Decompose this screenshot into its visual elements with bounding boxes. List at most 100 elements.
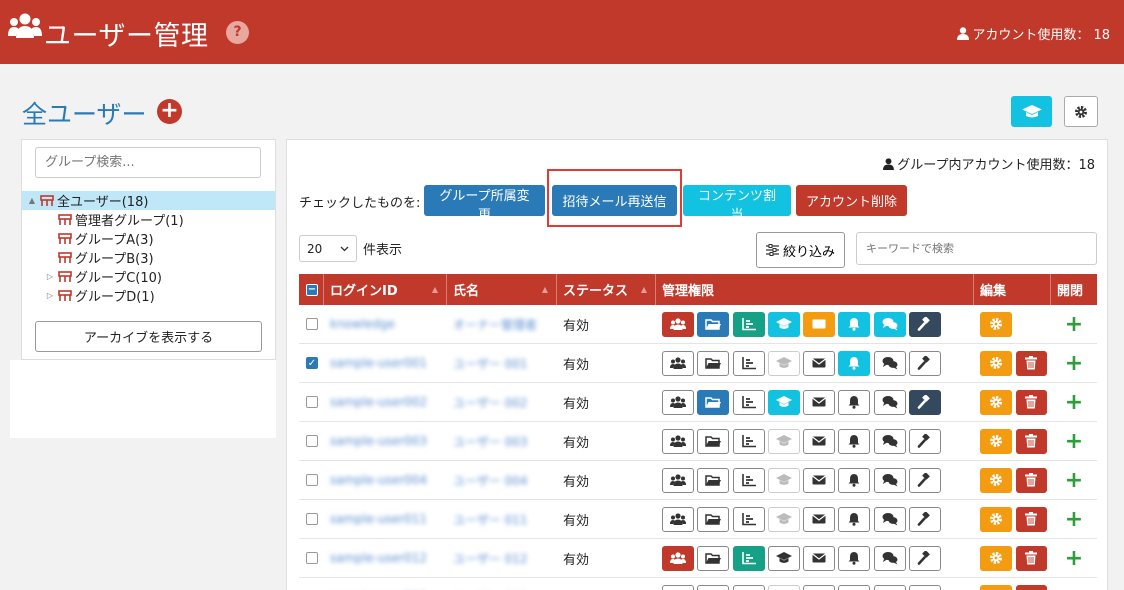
perm-toggle[interactable] [803, 311, 836, 337]
perm-toggle[interactable] [803, 506, 836, 532]
perm-toggle[interactable] [909, 311, 942, 337]
tree-toggle-icon[interactable]: ▲ [26, 196, 38, 205]
perm-toggle[interactable] [909, 467, 942, 493]
help-icon[interactable]: ? [226, 21, 249, 44]
row-checkbox[interactable] [306, 552, 318, 564]
perm-toggle[interactable] [767, 428, 800, 454]
add-user-button[interactable]: + [157, 99, 182, 124]
perm-toggle[interactable] [662, 311, 694, 337]
perm-toggle[interactable] [873, 584, 906, 590]
perm-toggle[interactable] [838, 389, 871, 415]
perm-toggle[interactable] [838, 428, 871, 454]
perm-toggle[interactable] [732, 311, 765, 337]
perm-toggle[interactable] [662, 545, 694, 571]
perm-toggle[interactable] [732, 506, 765, 532]
delete-user-button[interactable] [1015, 467, 1047, 493]
perm-toggle[interactable] [873, 389, 906, 415]
show-archive-button[interactable]: アーカイブを表示する [35, 321, 262, 352]
login-id[interactable]: sample-user001 [330, 356, 427, 370]
perm-toggle[interactable] [909, 350, 942, 376]
per-page-select[interactable]: 20 [299, 235, 357, 262]
edit-user-button[interactable] [980, 545, 1012, 571]
perm-toggle[interactable] [838, 506, 871, 532]
perm-toggle[interactable] [909, 584, 942, 590]
delete-user-button[interactable] [1015, 350, 1047, 376]
education-button[interactable] [1011, 96, 1052, 127]
perm-toggle[interactable] [697, 311, 730, 337]
perm-toggle[interactable] [873, 428, 906, 454]
delete-user-button[interactable] [1015, 506, 1047, 532]
row-checkbox[interactable] [306, 435, 318, 447]
delete-user-button[interactable] [1015, 389, 1047, 415]
edit-user-button[interactable] [980, 389, 1012, 415]
perm-toggle[interactable] [697, 467, 730, 493]
perm-toggle[interactable] [803, 428, 836, 454]
edit-user-button[interactable] [980, 350, 1012, 376]
perm-toggle[interactable] [697, 428, 730, 454]
tree-item[interactable]: グループA(3) [22, 229, 275, 248]
perm-toggle[interactable] [662, 428, 694, 454]
delete-user-button[interactable] [1015, 428, 1047, 454]
perm-toggle[interactable] [662, 389, 694, 415]
perm-toggle[interactable] [838, 311, 871, 337]
keyword-search-input[interactable] [856, 232, 1097, 265]
expand-row-button[interactable]: + [1065, 351, 1083, 376]
perm-toggle[interactable] [909, 389, 942, 415]
perm-toggle[interactable] [838, 467, 871, 493]
perm-toggle[interactable] [732, 545, 765, 571]
select-all-checkbox[interactable]: − [306, 283, 318, 296]
perm-toggle[interactable] [767, 350, 800, 376]
settings-button[interactable] [1064, 96, 1098, 127]
perm-toggle[interactable] [662, 467, 694, 493]
edit-user-button[interactable] [980, 506, 1012, 532]
perm-toggle[interactable] [838, 584, 871, 590]
perm-toggle[interactable] [767, 311, 800, 337]
tree-item[interactable]: ▲ 全ユーザー(18) [22, 191, 275, 210]
perm-toggle[interactable] [803, 350, 836, 376]
delete-user-button[interactable] [1015, 584, 1047, 590]
delete-user-button[interactable] [1015, 545, 1047, 571]
expand-row-button[interactable]: + [1065, 507, 1083, 532]
perm-toggle[interactable] [838, 350, 871, 376]
expand-row-button[interactable]: + [1065, 468, 1083, 493]
perm-toggle[interactable] [662, 584, 694, 590]
perm-toggle[interactable] [767, 584, 800, 590]
perm-toggle[interactable] [662, 506, 694, 532]
login-id[interactable]: sample-user003 [330, 434, 427, 448]
perm-toggle[interactable] [767, 545, 800, 571]
perm-toggle[interactable] [767, 467, 800, 493]
perm-toggle[interactable] [909, 428, 942, 454]
tree-toggle-icon[interactable]: ▷ [44, 272, 56, 281]
perm-toggle[interactable] [732, 350, 765, 376]
perm-toggle[interactable] [697, 350, 730, 376]
group-search-input[interactable] [35, 147, 261, 178]
login-id[interactable]: sample-user002 [330, 395, 427, 409]
tree-toggle-icon[interactable]: ▷ [44, 291, 56, 300]
perm-toggle[interactable] [732, 467, 765, 493]
assign-content-button[interactable]: コンテンツ割当 [683, 185, 791, 223]
perm-toggle[interactable] [697, 389, 730, 415]
perm-toggle[interactable] [732, 428, 765, 454]
tree-item[interactable]: ▷ グループD(1) [22, 286, 275, 305]
tree-item[interactable]: グループB(3) [22, 248, 275, 267]
tree-item[interactable]: 管理者グループ(1) [22, 210, 275, 229]
perm-toggle[interactable] [909, 545, 942, 571]
login-id[interactable]: sample-user012 [330, 551, 427, 565]
edit-user-button[interactable] [980, 467, 1012, 493]
row-checkbox[interactable] [306, 513, 318, 525]
perm-toggle[interactable] [732, 389, 765, 415]
perm-toggle[interactable] [873, 506, 906, 532]
login-id[interactable]: knowledge [330, 317, 395, 331]
row-checkbox[interactable] [306, 318, 318, 330]
perm-toggle[interactable] [873, 311, 906, 337]
perm-toggle[interactable] [767, 389, 800, 415]
perm-toggle[interactable] [662, 350, 694, 376]
perm-toggle[interactable] [697, 506, 730, 532]
delete-account-button[interactable]: アカウント削除 [796, 185, 907, 216]
change-group-button[interactable]: グループ所属変更 [424, 185, 545, 223]
perm-toggle[interactable] [697, 584, 730, 590]
perm-toggle[interactable] [873, 467, 906, 493]
perm-toggle[interactable] [803, 584, 836, 590]
col-status[interactable]: ステータス ▲ [557, 274, 656, 305]
perm-toggle[interactable] [732, 584, 765, 590]
